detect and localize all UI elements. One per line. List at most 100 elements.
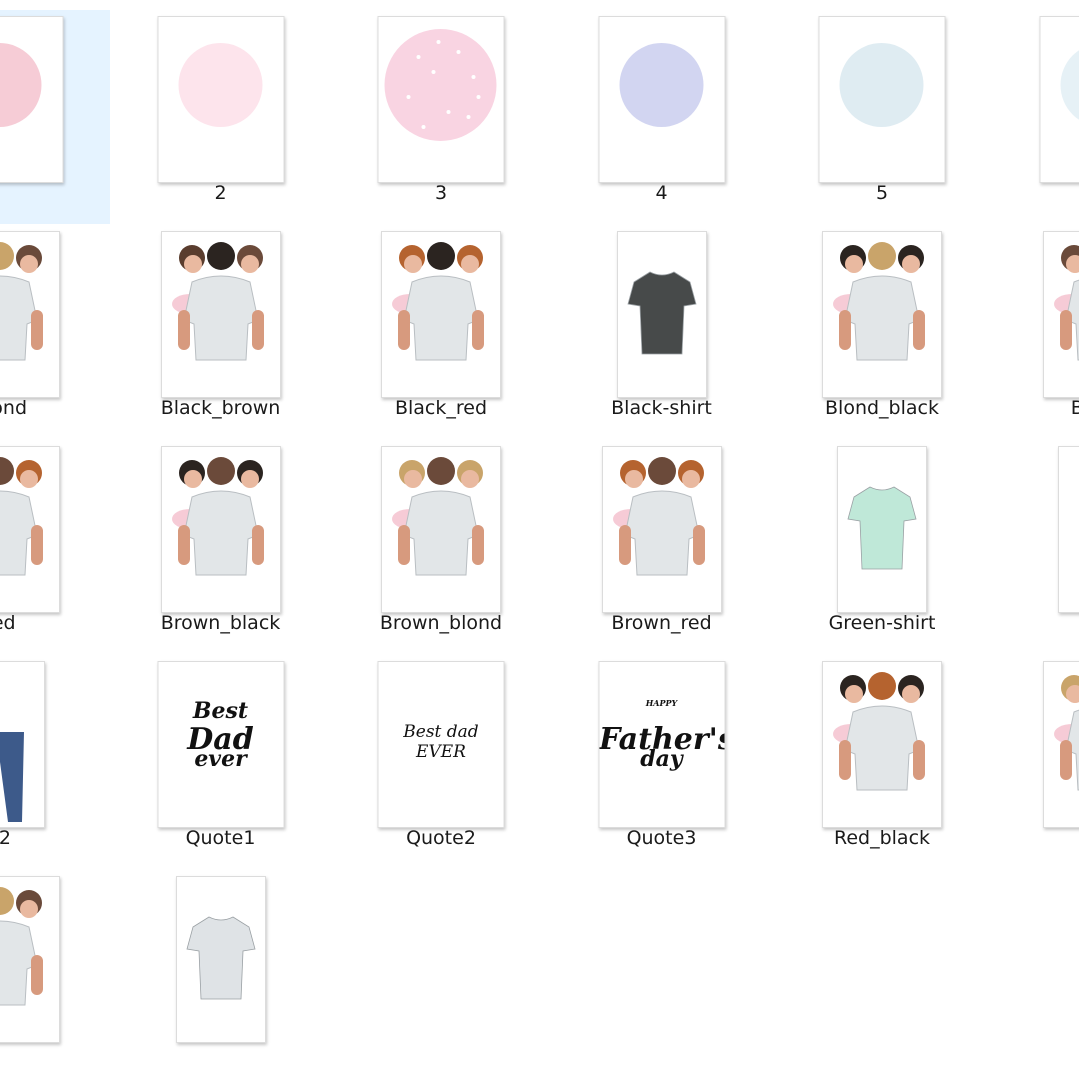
file-thumbnail[interactable] bbox=[1042, 231, 1079, 398]
file-thumbnail[interactable] bbox=[0, 876, 60, 1043]
file-item[interactable]: s2 bbox=[0, 655, 110, 869]
file-name-label: Black_red bbox=[394, 397, 488, 419]
file-item[interactable]: Jea bbox=[993, 440, 1079, 654]
thumbnail-image bbox=[171, 457, 264, 576]
file-name-label: Green-shirt bbox=[828, 612, 936, 634]
file-name-label: red bbox=[0, 612, 16, 634]
file-item[interactable]: Blond_black bbox=[772, 225, 992, 439]
file-item[interactable]: Blond_ bbox=[993, 225, 1079, 439]
file-item[interactable]: Red_ bbox=[993, 655, 1079, 869]
thumbnail-image bbox=[1060, 49, 1079, 121]
quote-text: Best bbox=[192, 698, 249, 724]
file-thumbnail[interactable] bbox=[160, 231, 281, 398]
thumbnail-image bbox=[0, 43, 42, 127]
file-name-label: Brown_red bbox=[611, 612, 712, 634]
file-item[interactable]: 5 bbox=[772, 10, 992, 224]
file-thumbnail[interactable] bbox=[598, 16, 725, 183]
file-thumbnail[interactable] bbox=[160, 446, 281, 613]
file-thumbnail[interactable] bbox=[377, 16, 505, 183]
file-item[interactable]: Brown_blond bbox=[331, 440, 551, 654]
file-name-label: Red_ bbox=[993, 827, 1079, 849]
file-thumbnail[interactable] bbox=[0, 16, 64, 183]
thumbnail-image bbox=[619, 43, 703, 127]
thumbnail-image bbox=[626, 271, 697, 355]
file-item[interactable]: Red_black bbox=[772, 655, 992, 869]
file-name-label: Blond_ bbox=[1070, 397, 1079, 419]
thumbnail-image bbox=[178, 43, 262, 127]
thumbnail-image bbox=[1053, 675, 1079, 791]
file-name-label: s2 bbox=[0, 827, 11, 849]
file-item[interactable]: Black_red bbox=[331, 225, 551, 439]
file-thumbnail[interactable] bbox=[616, 231, 707, 398]
thumbnail-image bbox=[384, 29, 497, 141]
file-thumbnail[interactable] bbox=[818, 16, 946, 183]
file-thumbnail[interactable]: Best Dad ever bbox=[157, 661, 284, 828]
file-item[interactable]: 3 bbox=[331, 10, 551, 224]
file-thumbnail[interactable] bbox=[175, 876, 266, 1043]
file-item[interactable] bbox=[0, 10, 110, 224]
thumbnail-image bbox=[171, 242, 264, 361]
file-name-label: Black-shirt bbox=[611, 397, 712, 419]
file-thumbnail[interactable] bbox=[837, 446, 927, 613]
file-thumbnail[interactable] bbox=[822, 661, 942, 828]
file-thumbnail[interactable] bbox=[601, 446, 722, 613]
file-thumbnail[interactable] bbox=[0, 661, 45, 828]
file-thumbnail[interactable] bbox=[822, 231, 942, 398]
thumbnail-image bbox=[847, 486, 917, 570]
quote-text: EVER bbox=[416, 742, 466, 762]
file-item[interactable]: red bbox=[0, 440, 110, 654]
file-item[interactable]: Black-shirt bbox=[552, 225, 772, 439]
file-item[interactable]: 4 bbox=[552, 10, 772, 224]
file-thumbnail[interactable] bbox=[381, 231, 501, 398]
file-item[interactable] bbox=[993, 10, 1079, 224]
file-name-label: Brown_blond bbox=[379, 612, 503, 634]
file-thumbnail[interactable] bbox=[1057, 446, 1079, 613]
file-icon-grid: 2 3 4 5 Blond Black_brown Black_red Black-shirt… bbox=[0, 0, 1079, 1079]
file-item[interactable] bbox=[111, 870, 331, 1079]
file-thumbnail[interactable] bbox=[1039, 16, 1079, 183]
file-thumbnail[interactable]: Best dad EVER bbox=[377, 661, 505, 828]
file-thumbnail[interactable] bbox=[157, 16, 284, 183]
thumbnail-image bbox=[185, 916, 256, 1000]
thumbnail-image bbox=[1053, 245, 1079, 361]
thumbnail-image bbox=[839, 43, 924, 127]
thumbnail-image bbox=[0, 732, 24, 822]
file-item[interactable]: Green-shirt bbox=[772, 440, 992, 654]
file-name-label: Blond_black bbox=[825, 397, 939, 419]
quote-text: day bbox=[640, 746, 683, 772]
file-name-label: 2 bbox=[214, 182, 227, 204]
thumbnail-image bbox=[833, 672, 925, 791]
file-item[interactable]: Best dad EVER Quote2 bbox=[331, 655, 551, 869]
file-name-label: 5 bbox=[875, 182, 889, 204]
file-name-label: Brown_black bbox=[160, 612, 281, 634]
file-thumbnail[interactable] bbox=[0, 231, 60, 398]
file-name-label: Red_black bbox=[833, 827, 931, 849]
thumbnail-image bbox=[612, 457, 705, 576]
file-name-label: Black_brown bbox=[160, 397, 281, 419]
quote-text: Best dad bbox=[403, 722, 479, 742]
file-thumbnail[interactable] bbox=[381, 446, 501, 613]
quote-text: HAPPY bbox=[645, 698, 678, 708]
file-thumbnail[interactable] bbox=[1042, 661, 1079, 828]
thumbnail-image bbox=[833, 242, 925, 361]
file-name-label: Quote2 bbox=[406, 827, 476, 849]
file-item[interactable]: Brown_black bbox=[111, 440, 331, 654]
thumbnail-image bbox=[392, 457, 484, 576]
file-thumbnail[interactable]: HAPPY Father's day bbox=[598, 661, 725, 828]
file-item[interactable]: Black_brown bbox=[111, 225, 331, 439]
thumbnail-image bbox=[0, 457, 43, 576]
file-item[interactable]: HAPPY Father's day Quote3 bbox=[552, 655, 772, 869]
file-item[interactable]: Brown_red bbox=[552, 440, 772, 654]
file-thumbnail[interactable] bbox=[0, 446, 60, 613]
file-item[interactable]: Best Dad ever Quote1 bbox=[111, 655, 331, 869]
file-item[interactable]: 2 bbox=[111, 10, 331, 224]
file-item[interactable] bbox=[0, 870, 110, 1079]
file-name-label: Jea bbox=[993, 612, 1079, 634]
file-name-label: Blond bbox=[0, 397, 28, 419]
file-item[interactable]: Blond bbox=[0, 225, 110, 439]
thumbnail-image bbox=[1078, 517, 1079, 540]
thumbnail-image bbox=[0, 887, 43, 1006]
file-name-label: Quote3 bbox=[626, 827, 697, 849]
thumbnail-image bbox=[392, 242, 484, 361]
file-name-label: 3 bbox=[434, 182, 448, 204]
